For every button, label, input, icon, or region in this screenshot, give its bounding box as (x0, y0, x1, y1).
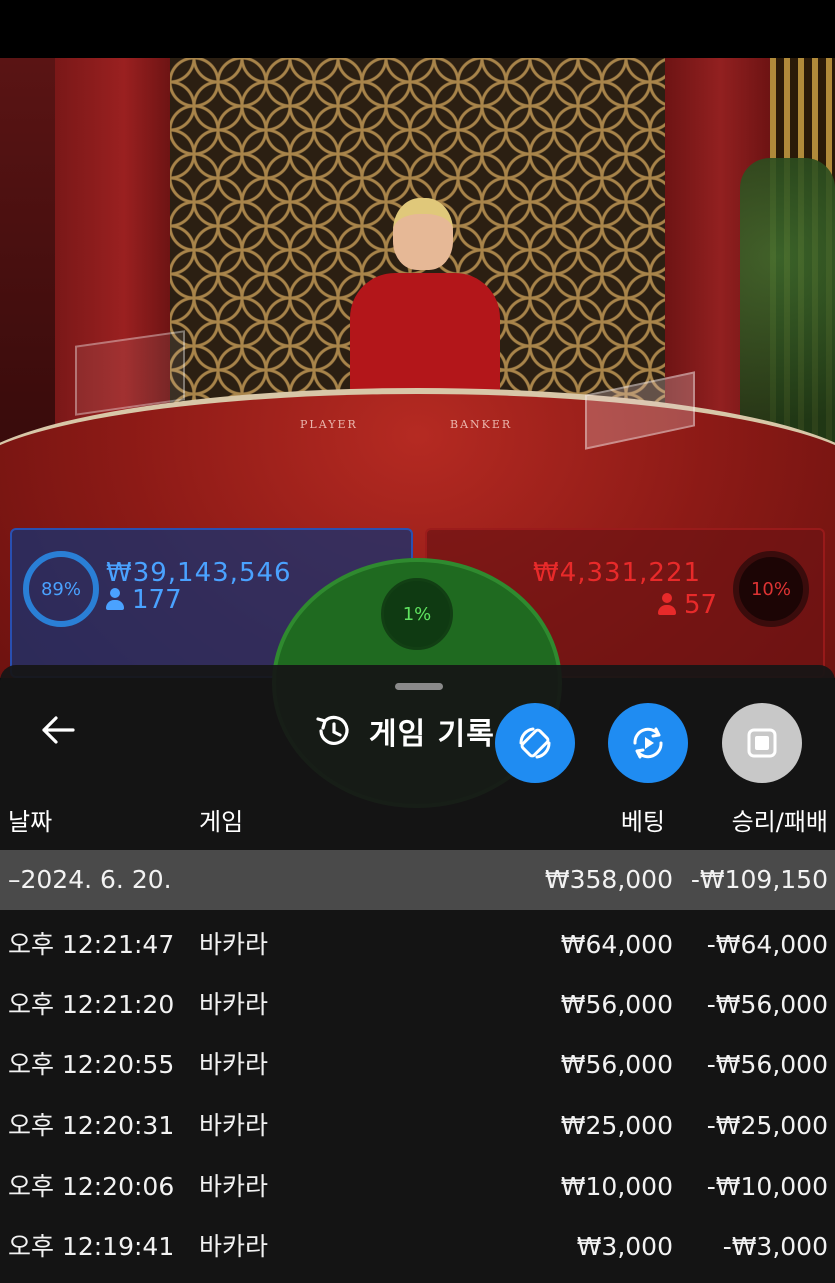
column-header-date: 날짜 (8, 808, 53, 836)
tie-percentage: 1% (381, 578, 453, 650)
row-result: -₩10,000 (706, 1172, 828, 1201)
player-percentage: 89% (23, 551, 99, 627)
game-history-sheet: 게임 기록 날짜 게임 베팅 승리/패배 –2024. 6. 20. ₩358,… (0, 665, 835, 1283)
row-bet: ₩56,000 (560, 1050, 673, 1079)
row-game: 바카라 (199, 1111, 269, 1140)
rotate-icon (519, 727, 551, 759)
history-row[interactable]: 오후 12:20:31 바카라 ₩25,000 -₩25,000 (0, 1096, 835, 1156)
row-game: 바카라 (199, 930, 269, 959)
row-bet: ₩56,000 (560, 990, 673, 1019)
person-icon (106, 588, 124, 610)
row-time: 오후 12:20:06 (8, 1172, 175, 1201)
history-row[interactable]: 오후 12:20:55 바카라 ₩56,000 -₩56,000 (0, 1035, 835, 1095)
status-bar (0, 0, 835, 58)
person-icon (658, 593, 676, 615)
banker-total-bet: ₩4,331,221 (533, 558, 702, 588)
row-result: -₩64,000 (706, 930, 828, 959)
history-row[interactable]: 오후 12:19:41 바카라 ₩3,000 -₩3,000 (0, 1217, 835, 1277)
replay-button[interactable] (608, 703, 688, 783)
stop-icon (747, 728, 777, 758)
column-header-game: 게임 (199, 808, 244, 836)
back-button[interactable] (36, 710, 80, 750)
history-icon (316, 715, 349, 745)
table-banker-label: BANKER (450, 418, 513, 431)
stop-button[interactable] (722, 703, 802, 783)
dealer-head (393, 198, 453, 270)
history-row[interactable]: 오후 12:21:47 바카라 ₩64,000 -₩64,000 (0, 915, 835, 975)
player-bettor-count: 177 (106, 585, 182, 615)
row-time: 오후 12:20:31 (8, 1111, 175, 1140)
row-bet: ₩64,000 (560, 930, 673, 959)
date-group-bet-total: ₩358,000 (544, 865, 673, 894)
arrow-left-icon (42, 716, 75, 744)
banker-bettor-count: 57 (658, 590, 717, 620)
row-time: 오후 12:21:20 (8, 990, 175, 1019)
history-row[interactable]: 오후 12:20:06 바카라 ₩10,000 -₩10,000 (0, 1157, 835, 1217)
sheet-drag-handle[interactable] (395, 683, 443, 690)
table-player-label: PLAYER (300, 418, 358, 431)
row-time: 오후 12:21:47 (8, 930, 175, 959)
row-bet: ₩10,000 (560, 1172, 673, 1201)
row-bet: ₩25,000 (560, 1111, 673, 1140)
date-group-result-total: -₩109,150 (690, 865, 828, 894)
history-row[interactable]: 오후 12:21:20 바카라 ₩56,000 -₩56,000 (0, 975, 835, 1035)
row-result: -₩25,000 (706, 1111, 828, 1140)
row-game: 바카라 (199, 1172, 269, 1201)
page-title: 게임 기록 (369, 717, 495, 752)
row-time: 오후 12:20:55 (8, 1050, 175, 1079)
player-total-bet: ₩39,143,546 (106, 558, 292, 588)
date-group-row[interactable]: –2024. 6. 20. ₩358,000 -₩109,150 (0, 850, 835, 910)
row-bet: ₩3,000 (576, 1232, 673, 1261)
row-game: 바카라 (199, 1232, 269, 1261)
row-result: -₩56,000 (706, 1050, 828, 1079)
date-group-date: –2024. 6. 20. (8, 865, 172, 894)
column-header-result: 승리/패배 (731, 808, 828, 836)
rotate-screen-button[interactable] (495, 703, 575, 783)
row-game: 바카라 (199, 1050, 269, 1079)
row-result: -₩56,000 (706, 990, 828, 1019)
row-game: 바카라 (199, 990, 269, 1019)
row-result: -₩3,000 (722, 1232, 828, 1261)
sheet-header: 게임 기록 (313, 709, 495, 753)
banker-percentage: 10% (733, 551, 809, 627)
replay-icon (633, 727, 663, 759)
column-header-bet: 베팅 (620, 808, 665, 836)
row-time: 오후 12:19:41 (8, 1232, 175, 1261)
